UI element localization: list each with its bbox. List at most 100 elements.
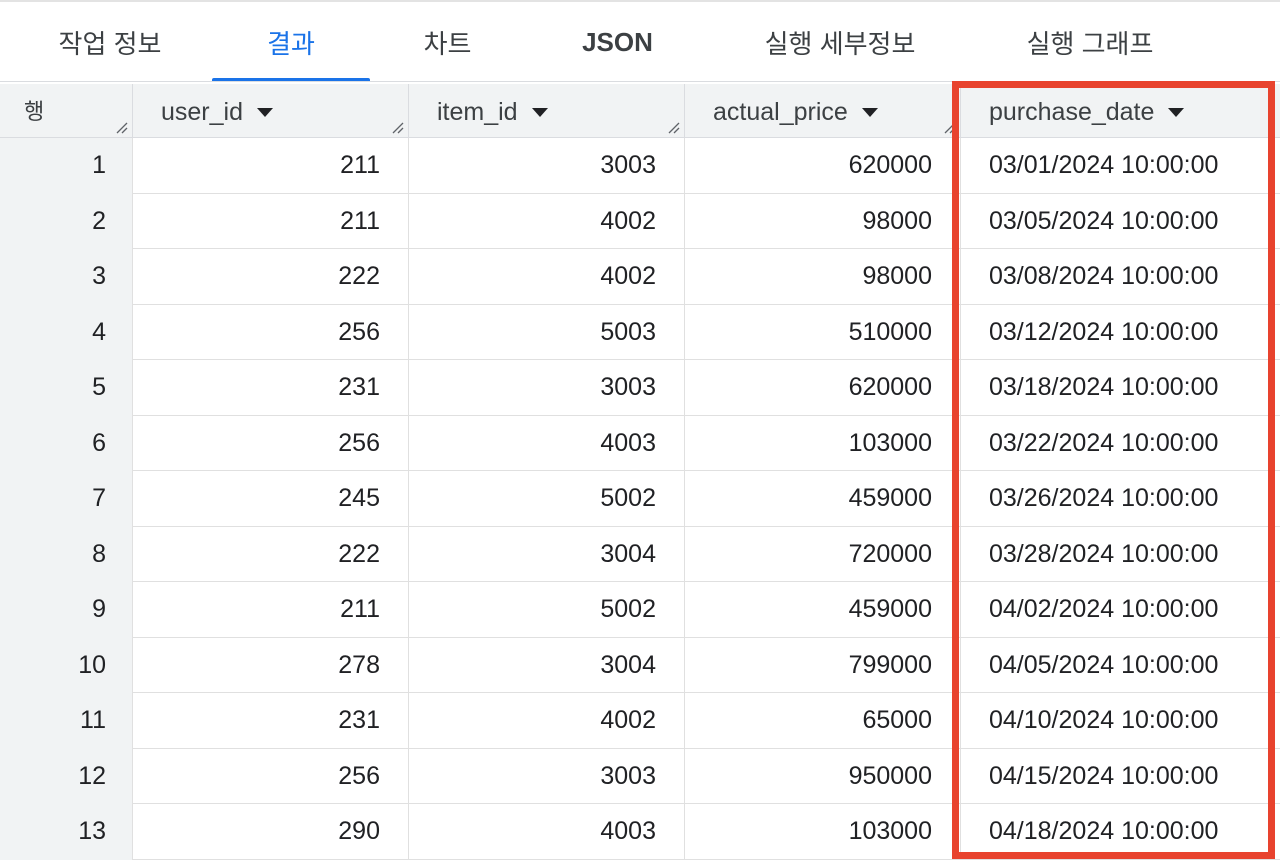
tab-label: 작업 정보 [58,28,162,59]
column-header-item-id[interactable]: item_id [409,84,685,138]
cell-item-id[interactable]: 3004 [409,637,685,693]
results-table: 행 user_id item_id actual_price purchase_… [0,84,1280,864]
table-row: 12 256 3003 950000 04/15/2024 10:00:00 [0,748,1280,805]
column-resize-icon[interactable] [942,120,956,134]
cell-item-id[interactable]: 3003 [409,748,685,804]
tab-divider [0,81,1280,82]
table-row: 7 245 5002 459000 03/26/2024 10:00:00 [0,471,1280,527]
cell-user-id[interactable]: 211 [133,582,409,638]
column-resize-icon[interactable] [666,120,680,134]
column-header-label: item_id [437,98,518,126]
cell-user-id[interactable]: 231 [133,360,409,416]
cell-purchase-date[interactable]: 04/18/2024 10:00:00 [961,804,1280,860]
sort-dropdown-icon[interactable] [861,108,878,117]
row-number: 10 [0,637,133,693]
row-number: 9 [0,582,133,638]
row-number: 7 [0,471,133,527]
table-row: 1 211 3003 620000 03/01/2024 10:00:00 [0,138,1280,194]
row-number: 2 [0,193,133,249]
table-row: 10 278 3004 799000 04/05/2024 10:00:00 [0,637,1280,694]
cell-item-id[interactable]: 3003 [409,360,685,416]
cell-actual-price[interactable]: 510000 [685,304,961,360]
cell-purchase-date[interactable]: 03/28/2024 10:00:00 [961,527,1280,583]
cell-item-id[interactable]: 4002 [409,249,685,305]
cell-item-id[interactable]: 4002 [409,693,685,749]
cell-user-id[interactable]: 211 [133,193,409,249]
tab-results[interactable]: 결과 [212,2,370,82]
tab-json[interactable]: JSON [560,2,675,82]
cell-item-id[interactable]: 4002 [409,193,685,249]
cell-purchase-date[interactable]: 03/22/2024 10:00:00 [961,416,1280,472]
results-tab-bar: 작업 정보 결과 차트 JSON 실행 세부정보 실행 그래프 [0,2,1280,82]
cell-item-id[interactable]: 3003 [409,138,685,194]
cell-purchase-date[interactable]: 03/08/2024 10:00:00 [961,249,1280,305]
column-header-label: user_id [161,98,243,126]
cell-user-id[interactable]: 290 [133,804,409,860]
cell-actual-price[interactable]: 950000 [685,748,961,804]
cell-purchase-date[interactable]: 04/15/2024 10:00:00 [961,749,1280,805]
column-resize-icon[interactable] [114,120,128,134]
table-row: 5 231 3003 620000 03/18/2024 10:00:00 [0,360,1280,416]
cell-purchase-date[interactable]: 04/05/2024 10:00:00 [961,638,1280,694]
row-number-header: 행 [0,84,133,138]
tab-label: JSON [582,26,653,57]
row-number: 13 [0,804,133,860]
cell-user-id[interactable]: 231 [133,693,409,749]
cell-actual-price[interactable]: 720000 [685,526,961,582]
table-row: 9 211 5002 459000 04/02/2024 10:00:00 [0,582,1280,638]
cell-user-id[interactable]: 256 [133,415,409,471]
cell-item-id[interactable]: 5003 [409,304,685,360]
column-header-actual-price[interactable]: actual_price [685,84,961,138]
cell-user-id[interactable]: 256 [133,304,409,360]
row-number: 12 [0,748,133,804]
tab-label: 실행 그래프 [1026,28,1154,59]
cell-purchase-date[interactable]: 03/05/2024 10:00:00 [961,194,1280,250]
cell-user-id[interactable]: 211 [133,138,409,194]
tab-execution-graph[interactable]: 실행 그래프 [1005,2,1175,82]
cell-actual-price[interactable]: 103000 [685,415,961,471]
tab-chart[interactable]: 차트 [400,2,495,82]
table-row: 11 231 4002 65000 04/10/2024 10:00:00 [0,693,1280,749]
cell-purchase-date[interactable]: 03/26/2024 10:00:00 [961,471,1280,527]
cell-purchase-date[interactable]: 03/12/2024 10:00:00 [961,305,1280,361]
cell-item-id[interactable]: 4003 [409,804,685,860]
cell-item-id[interactable]: 5002 [409,471,685,527]
cell-actual-price[interactable]: 98000 [685,193,961,249]
cell-purchase-date[interactable]: 03/18/2024 10:00:00 [961,360,1280,416]
tab-job-info[interactable]: 작업 정보 [40,2,180,82]
cell-actual-price[interactable]: 98000 [685,249,961,305]
column-header-purchase-date[interactable]: purchase_date [961,84,1280,138]
cell-actual-price[interactable]: 799000 [685,637,961,693]
cell-item-id[interactable]: 3004 [409,526,685,582]
sort-dropdown-icon[interactable] [531,108,548,117]
table-row: 3 222 4002 98000 03/08/2024 10:00:00 [0,249,1280,305]
row-number: 4 [0,304,133,360]
tab-execution-details[interactable]: 실행 세부정보 [745,2,935,82]
cell-purchase-date[interactable]: 03/01/2024 10:00:00 [961,138,1280,194]
row-number: 8 [0,526,133,582]
cell-actual-price[interactable]: 103000 [685,804,961,860]
row-number: 6 [0,415,133,471]
cell-user-id[interactable]: 222 [133,526,409,582]
column-header-label: actual_price [713,98,848,126]
cell-user-id[interactable]: 278 [133,637,409,693]
cell-actual-price[interactable]: 620000 [685,138,961,194]
cell-item-id[interactable]: 4003 [409,415,685,471]
cell-actual-price[interactable]: 459000 [685,582,961,638]
cell-purchase-date[interactable]: 04/02/2024 10:00:00 [961,582,1280,638]
cell-item-id[interactable]: 5002 [409,582,685,638]
tab-label: 차트 [423,28,472,59]
sort-dropdown-icon[interactable] [1168,108,1185,117]
column-header-user-id[interactable]: user_id [133,84,409,138]
cell-user-id[interactable]: 245 [133,471,409,527]
cell-purchase-date[interactable]: 04/10/2024 10:00:00 [961,693,1280,749]
tab-label: 실행 세부정보 [764,28,916,59]
row-number: 5 [0,360,133,416]
cell-user-id[interactable]: 256 [133,748,409,804]
cell-actual-price[interactable]: 459000 [685,471,961,527]
cell-actual-price[interactable]: 620000 [685,360,961,416]
cell-user-id[interactable]: 222 [133,249,409,305]
column-resize-icon[interactable] [390,120,404,134]
sort-dropdown-icon[interactable] [257,108,273,117]
cell-actual-price[interactable]: 65000 [685,693,961,749]
